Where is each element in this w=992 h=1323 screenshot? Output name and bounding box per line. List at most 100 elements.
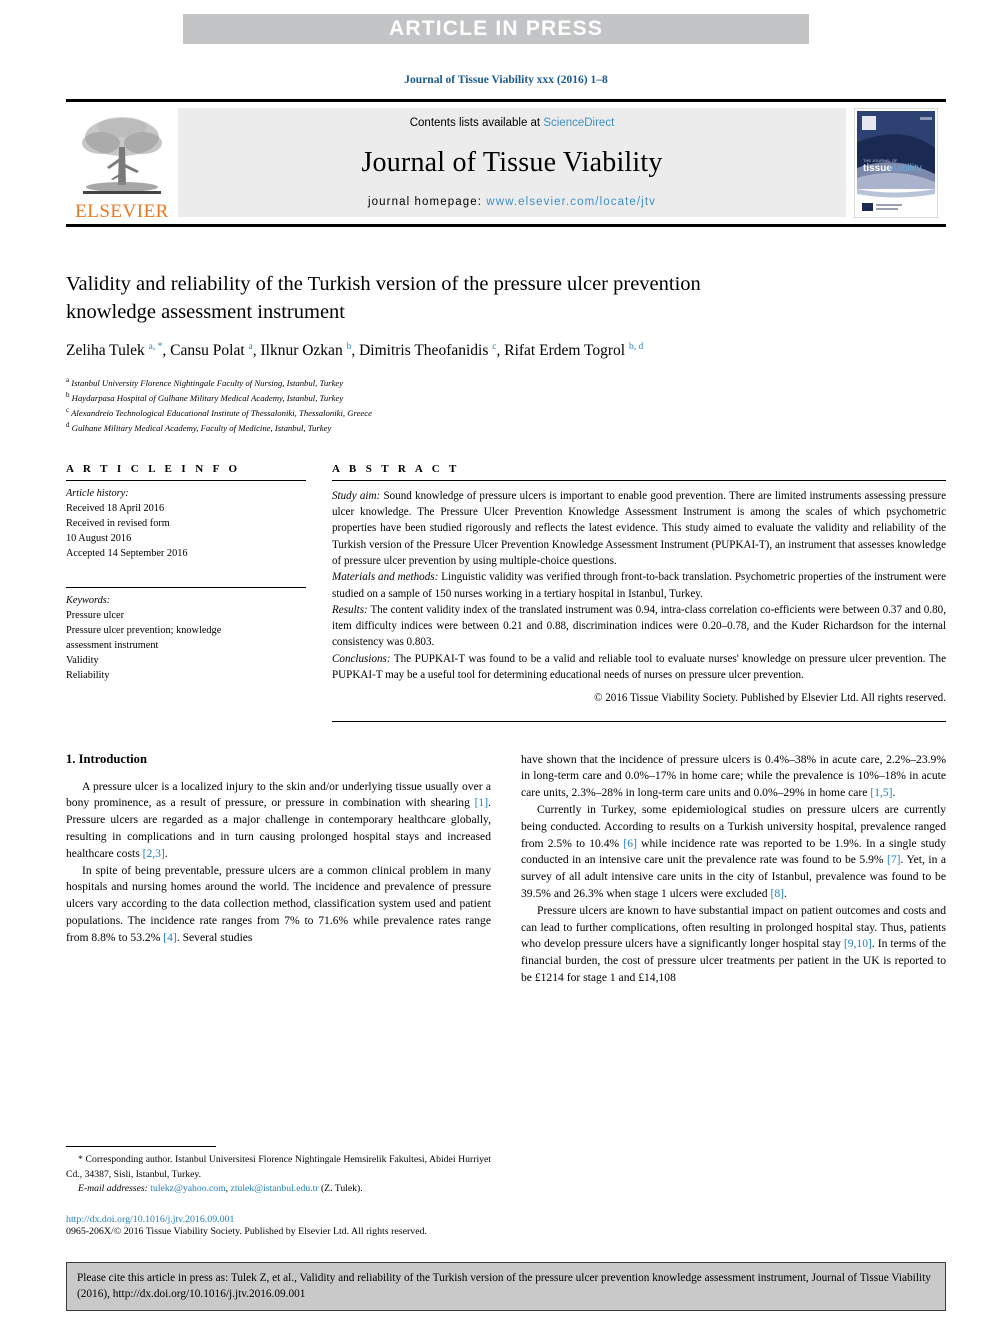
page-content: Journal of Tissue Viability xxx (2016) 1… — [66, 0, 946, 987]
article-info-divider — [66, 479, 306, 481]
affiliation-marker: a — [66, 375, 70, 384]
keywords-list: Keywords: Pressure ulcer Pressure ulcer … — [66, 593, 306, 683]
abstract-section: Results: The content validity index of t… — [332, 602, 946, 651]
affiliation-text: Alexandreio Technological Educational In… — [71, 407, 373, 418]
author-list: Zeliha Tulek a, *, Cansu Polat a, Ilknur… — [66, 342, 644, 360]
page-title: Validity and reliability of the Turkish … — [66, 273, 701, 323]
keyword-item: Pressure ulcer — [66, 609, 125, 621]
affiliation-marker: b — [66, 390, 70, 399]
email-line: E-mail addresses: tulekz@yahoo.com, ztul… — [78, 1183, 363, 1195]
abstract-section-text: The content validity index of the transl… — [332, 603, 946, 649]
article-history-block: Article history: Received 18 April 2016 … — [66, 486, 306, 561]
article-history-line: Received in revised form — [66, 517, 170, 529]
affiliation-item: b Haydarpasa Hospital of Gulhane Militar… — [66, 390, 946, 405]
citation-notice-text: Please cite this article in press as: Tu… — [77, 1272, 931, 1301]
elsevier-logo: ELSEVIER — [66, 102, 178, 224]
article-history-label: Article history: — [66, 487, 129, 499]
email-label: E-mail addresses: — [78, 1183, 148, 1195]
article-history-line: Accepted 14 September 2016 — [66, 547, 188, 559]
abstract-section-text: The PUPKAI-T was found to be a valid and… — [332, 652, 946, 682]
citation-reference[interactable]: [7] — [887, 853, 901, 866]
affiliation-marker: d — [66, 420, 70, 429]
abstract-heading: A B S T R A C T — [332, 462, 460, 475]
contents-prefix: Contents lists available at — [409, 117, 544, 129]
sciencedirect-link[interactable]: ScienceDirect — [543, 117, 614, 129]
journal-homepage-link[interactable]: www.elsevier.com/locate/jtv — [486, 196, 656, 208]
abstract-body: Study aim: Sound knowledge of pressure u… — [332, 488, 946, 707]
citation-reference[interactable]: [9,10] — [844, 937, 872, 950]
paragraph: have shown that the incidence of pressur… — [521, 752, 946, 800]
abstract-section: Conclusions: The PUPKAI-T was found to b… — [332, 651, 946, 684]
abstract-section: Study aim: Sound knowledge of pressure u… — [332, 488, 946, 569]
abstract-column: A B S T R A C T Study aim: Sound knowled… — [332, 463, 946, 722]
issn-copyright-line: 0965-206X/© 2016 Tissue Viability Societ… — [66, 1225, 428, 1237]
abstract-copyright: © 2016 Tissue Viability Society. Publish… — [594, 692, 946, 705]
keywords-block: Keywords: Pressure ulcer Pressure ulcer … — [66, 586, 306, 683]
abstract-section-label: Results: — [332, 603, 368, 616]
elsevier-tree-icon — [82, 117, 162, 194]
affiliation-item: d Gulhane Military Medical Academy, Facu… — [66, 420, 946, 435]
keyword-item: Validity — [66, 655, 99, 667]
email-link-1[interactable]: tulekz@yahoo.com — [150, 1183, 225, 1194]
footnote-divider — [66, 1146, 216, 1147]
affiliation-item: c Alexandreio Technological Educational … — [66, 405, 946, 420]
doi-link[interactable]: http://dx.doi.org/10.1016/j.jtv.2016.09.… — [66, 1214, 491, 1225]
affiliation-text: Gulhane Military Medical Academy, Facult… — [71, 422, 332, 433]
doi-block: http://dx.doi.org/10.1016/j.jtv.2016.09.… — [66, 1214, 491, 1237]
abstract-section-text: Sound knowledge of pressure ulcers is im… — [332, 489, 946, 567]
corresponding-author-line: * Corresponding author. Istanbul Univers… — [66, 1153, 491, 1182]
paragraph: Currently in Turkey, some epidemiologica… — [521, 803, 946, 900]
article-info-heading: A R T I C L E I N F O — [66, 462, 241, 475]
corresponding-author-note: * Corresponding author. Istanbul Univers… — [66, 1153, 491, 1197]
keyword-item: Pressure ulcer prevention; knowledge — [66, 624, 222, 636]
abstract-section-label: Materials and methods: — [332, 571, 439, 584]
abstract-bottom-divider — [332, 720, 946, 722]
svg-text:viability: viability — [889, 163, 922, 174]
homepage-prefix: journal homepage: — [368, 196, 487, 208]
journal-reference-line: Journal of Tissue Viability xxx (2016) 1… — [404, 74, 608, 86]
paragraph: Pressure ulcers are known to have substa… — [521, 903, 946, 984]
citation-reference[interactable]: [8] — [771, 887, 785, 900]
abstract-section-label: Conclusions: — [332, 652, 391, 665]
journal-cover-thumbnail[interactable]: THE JOURNAL OF tissue viability — [846, 102, 946, 224]
citation-notice-box: Please cite this article in press as: Tu… — [66, 1262, 946, 1312]
section-heading-introduction: 1. Introduction — [66, 751, 147, 766]
article-history-line: Received 18 April 2016 — [66, 502, 165, 514]
keyword-item: Reliability — [66, 670, 110, 682]
citation-reference[interactable]: [1,5] — [870, 786, 892, 799]
svg-text:tissue: tissue — [863, 163, 892, 174]
contents-panel: Contents lists available at ScienceDirec… — [178, 108, 846, 217]
keywords-label: Keywords: — [66, 594, 111, 606]
citation-reference[interactable]: [2,3] — [143, 847, 165, 860]
citation-reference[interactable]: [4] — [163, 931, 177, 944]
article-history-line: 10 August 2016 — [66, 532, 132, 544]
affiliation-text: Haydarpasa Hospital of Gulhane Military … — [71, 392, 344, 403]
keywords-divider — [66, 586, 306, 588]
article-body: 1. Introduction A pressure ulcer is a lo… — [66, 752, 946, 987]
affiliation-item: a Istanbul University Florence Nightinga… — [66, 375, 946, 390]
footnote-region: * Corresponding author. Istanbul Univers… — [66, 1146, 491, 1237]
paragraph: In spite of being preventable, pressure … — [66, 863, 491, 944]
info-abstract-region: A R T I C L E I N F O Article history: R… — [66, 463, 946, 722]
journal-title: Journal of Tissue Viability — [361, 146, 663, 178]
abstract-section-label: Study aim: — [332, 489, 381, 502]
affiliation-marker: c — [66, 405, 70, 414]
journal-masthead: ELSEVIER Contents lists available at Sci… — [66, 99, 946, 227]
email-suffix: (Z. Tulek). — [318, 1183, 363, 1195]
affiliation-list: a Istanbul University Florence Nightinga… — [66, 375, 946, 435]
affiliation-text: Istanbul University Florence Nightingale… — [71, 377, 344, 388]
journal-homepage-line: journal homepage: www.elsevier.com/locat… — [368, 196, 656, 208]
elsevier-wordmark: ELSEVIER — [75, 201, 169, 222]
article-info-column: A R T I C L E I N F O Article history: R… — [66, 463, 306, 722]
abstract-divider — [332, 479, 946, 481]
paragraph: A pressure ulcer is a localized injury t… — [66, 779, 491, 860]
body-column-right: have shown that the incidence of pressur… — [521, 752, 946, 987]
journal-cover-image: THE JOURNAL OF tissue viability — [854, 108, 938, 218]
citation-reference[interactable]: [1] — [475, 796, 489, 809]
body-column-left: 1. Introduction A pressure ulcer is a lo… — [66, 752, 491, 987]
abstract-section: Materials and methods: Linguistic validi… — [332, 569, 946, 602]
keyword-item: assessment instrument — [66, 640, 159, 651]
email-link-2[interactable]: ztulek@istanbul.edu.tr — [231, 1183, 319, 1194]
citation-reference[interactable]: [6] — [623, 837, 637, 850]
contents-available-line: Contents lists available at ScienceDirec… — [410, 117, 615, 129]
